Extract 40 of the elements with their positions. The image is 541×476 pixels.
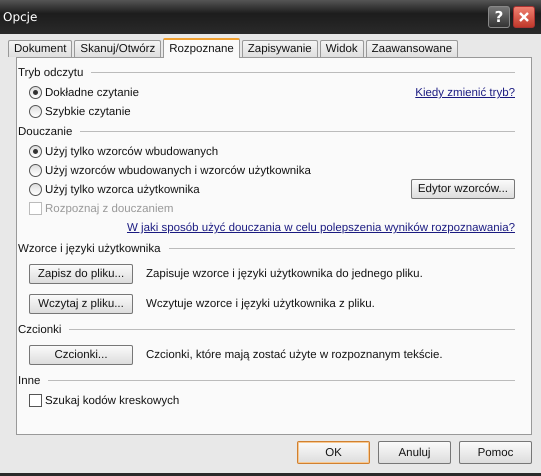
radio-button[interactable] <box>29 164 42 177</box>
checkbox[interactable] <box>29 394 42 407</box>
section-title: Inne <box>18 374 40 386</box>
tab[interactable]: Zaawansowane <box>366 40 458 57</box>
dialog-button[interactable]: OK <box>297 441 370 464</box>
radio-button[interactable] <box>29 183 42 196</box>
section-title: Tryb odczytu <box>18 66 84 78</box>
checkbox-label: Rozpoznaj z douczaniem <box>45 202 174 214</box>
radio-label[interactable]: Użyj wzorców wbudowanych i wzorców użytkownika <box>45 164 311 176</box>
description-text: Zapisuje wzorce i języki użytkownika do jednego pliku. <box>146 268 423 280</box>
dialog-button[interactable]: Pomoc <box>459 441 532 464</box>
section-title: Wzorce i języki użytkownika <box>18 242 161 254</box>
section-title: Czcionki <box>18 324 62 336</box>
section-title: Douczanie <box>18 126 72 138</box>
help-link[interactable]: W jaki sposób użyć douczania w celu polepszenia wyników rozpoznawania? <box>126 222 515 234</box>
radio-label[interactable]: Dokładne czytanie <box>45 86 139 98</box>
action-button[interactable]: Wczytaj z pliku... <box>29 294 133 314</box>
action-button[interactable]: Zapisz do pliku... <box>29 264 133 284</box>
radio-button[interactable] <box>29 145 42 158</box>
description-text: Wczytuje wzorce i języki użytkownika z pliku. <box>146 298 375 310</box>
help-link[interactable]: Kiedy zmienić tryb? <box>415 87 515 99</box>
radio-button[interactable] <box>29 86 42 99</box>
tab[interactable]: Zapisywanie <box>242 40 318 57</box>
description-text: Czcionki, które mają zostać użyte w rozpoznanym tekście. <box>146 349 443 361</box>
radio-button[interactable] <box>29 105 42 118</box>
help-button[interactable]: ? <box>488 6 510 28</box>
radio-label[interactable]: Szybkie czytanie <box>45 106 131 118</box>
tab[interactable]: Dokument <box>8 40 72 57</box>
close-button[interactable] <box>513 6 535 28</box>
close-icon <box>518 11 530 23</box>
action-button[interactable]: Czcionki... <box>29 345 133 365</box>
window-title: Opcje <box>3 10 38 24</box>
tab[interactable]: Rozpoznane <box>163 38 240 58</box>
radio-label[interactable]: Użyj tylko wzorców wbudowanych <box>45 146 218 158</box>
tab[interactable]: Skanuj/Otwórz <box>74 40 162 57</box>
dialog-button[interactable]: Anuluj <box>378 441 451 464</box>
tab[interactable]: Widok <box>320 40 364 57</box>
checkbox-label[interactable]: Szukaj kodów kreskowych <box>45 394 180 406</box>
editor-button[interactable]: Edytor wzorców... <box>410 179 515 199</box>
radio-label[interactable]: Użyj tylko wzorca użytkownika <box>45 184 200 196</box>
